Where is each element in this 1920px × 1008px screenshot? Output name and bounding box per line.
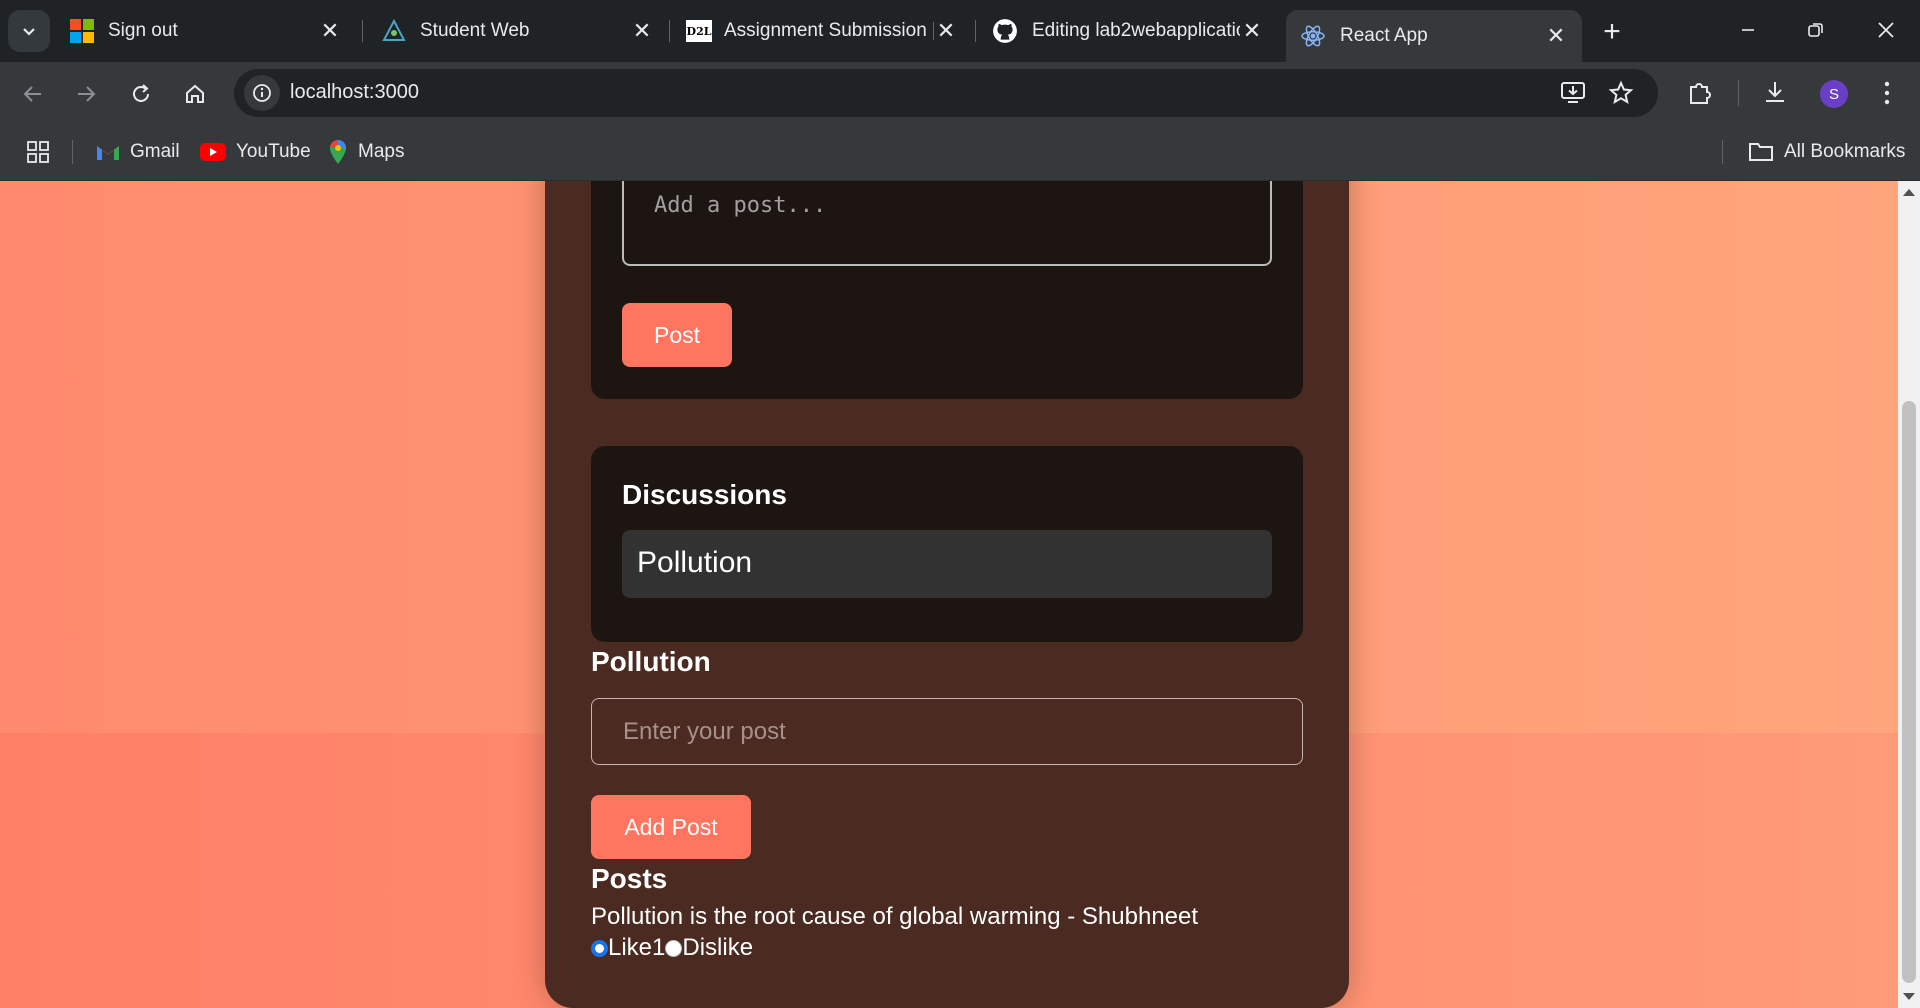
post-input[interactable]: Enter your post	[591, 698, 1303, 765]
bookmark-label: Gmail	[130, 141, 180, 162]
bookmark-divider	[1722, 140, 1723, 164]
scroll-up-icon[interactable]	[1903, 189, 1915, 196]
post-text: Pollution is the root cause of global wa…	[591, 903, 1199, 930]
bookmark-label: YouTube	[236, 141, 311, 162]
bookmark-star-button[interactable]	[1608, 80, 1634, 111]
tab-react-app[interactable]: React App ✕	[1286, 10, 1582, 62]
new-tab-button[interactable]: +	[1594, 14, 1630, 50]
student-web-icon	[382, 19, 406, 41]
profile-avatar[interactable]: S	[1820, 80, 1848, 108]
tab-strip: Sign out ✕ Student Web ✕ D2L Assignment …	[0, 0, 1920, 62]
bookmark-label: All Bookmarks	[1784, 141, 1906, 162]
star-icon	[1608, 80, 1634, 105]
scrollbar-thumb[interactable]	[1902, 401, 1916, 983]
arrow-left-icon	[23, 86, 41, 102]
close-icon[interactable]: ✕	[1544, 23, 1568, 48]
bookmark-gmail[interactable]: Gmail	[96, 138, 180, 166]
posts-heading: Posts	[591, 863, 668, 894]
minimize-icon	[1742, 29, 1754, 31]
github-icon	[993, 19, 1017, 43]
downloads-button[interactable]	[1762, 79, 1788, 110]
site-info-button[interactable]	[244, 75, 280, 111]
topic-heading: Pollution	[591, 646, 711, 677]
bookmark-label: Maps	[358, 141, 405, 162]
like-radio[interactable]	[591, 939, 608, 957]
install-app-button[interactable]	[1560, 81, 1586, 110]
reload-icon	[133, 84, 149, 102]
home-button[interactable]	[178, 77, 212, 111]
dislike-radio[interactable]	[665, 939, 683, 957]
restore-button[interactable]	[1786, 8, 1846, 52]
maps-icon	[330, 140, 346, 164]
post-textarea[interactable]: Add a post...	[622, 181, 1272, 266]
dislike-label: Dislike	[682, 934, 754, 961]
tab-title: Student Web	[420, 20, 530, 41]
close-icon[interactable]: ✕	[934, 18, 958, 43]
tab-student-web[interactable]: Student Web ✕	[368, 10, 668, 52]
info-icon	[253, 84, 271, 102]
scroll-down-icon[interactable]	[1903, 993, 1915, 1000]
tab-github-editing[interactable]: Editing lab2webapplicatio ✕	[978, 10, 1278, 52]
apps-button[interactable]	[26, 138, 50, 166]
tab-title: Assignment Submission |	[724, 20, 934, 41]
tab-title: React App	[1340, 25, 1428, 46]
tab-separator	[975, 20, 976, 42]
bookmark-divider	[72, 140, 73, 164]
page-scrollbar[interactable]	[1898, 181, 1920, 1008]
extensions-button[interactable]	[1686, 79, 1714, 112]
reload-button[interactable]	[124, 77, 158, 111]
home-icon	[186, 84, 204, 103]
address-bar[interactable]: localhost:3000	[234, 69, 1658, 117]
post-vote-row: Like 1 Dislike	[591, 934, 753, 962]
download-icon	[1766, 82, 1784, 102]
add-post-button[interactable]: Add Post	[591, 795, 751, 859]
d2l-icon: D2L	[686, 20, 712, 42]
discussions-heading: Discussions	[622, 479, 787, 510]
page-viewport: Add a post... Post Discussions Pollution…	[0, 181, 1898, 1008]
like-count: 1	[652, 934, 666, 961]
bookmark-maps[interactable]: Maps	[328, 138, 404, 166]
restore-icon	[1808, 23, 1823, 37]
close-window-button[interactable]	[1856, 8, 1916, 52]
browser-toolbar: localhost:3000 S	[0, 62, 1920, 124]
chevron-down-icon	[23, 28, 35, 36]
tab-assignment-submission[interactable]: D2L Assignment Submission | ✕	[672, 10, 972, 52]
bookmarks-bar: Gmail YouTube Maps All Bookmarks	[0, 124, 1920, 181]
close-icon	[1878, 22, 1894, 38]
minimize-button[interactable]	[1718, 8, 1778, 52]
bookmark-youtube[interactable]: YouTube	[200, 138, 311, 166]
react-icon	[1301, 25, 1325, 47]
tab-title: Editing lab2webapplicatio	[1032, 20, 1240, 41]
tab-separator	[669, 20, 670, 42]
forward-button[interactable]	[69, 77, 103, 111]
tab-title: Sign out	[108, 20, 178, 41]
kebab-menu-icon	[1884, 81, 1890, 105]
puzzle-icon	[1690, 83, 1711, 104]
plus-icon: +	[1603, 15, 1621, 48]
tab-separator	[362, 20, 363, 42]
tab-sign-out[interactable]: Sign out ✕	[56, 10, 356, 52]
browser-menu-button[interactable]	[1880, 80, 1894, 111]
arrow-right-icon	[78, 86, 96, 102]
back-button[interactable]	[16, 77, 50, 111]
folder-icon	[1749, 143, 1773, 161]
microsoft-icon	[70, 19, 94, 43]
close-icon[interactable]: ✕	[630, 18, 654, 43]
close-icon[interactable]: ✕	[1240, 18, 1264, 43]
youtube-icon	[200, 143, 226, 161]
url-text: localhost:3000	[290, 81, 419, 103]
close-icon[interactable]: ✕	[318, 18, 342, 43]
apps-grid-icon	[27, 141, 49, 163]
like-label: Like	[608, 934, 653, 961]
all-bookmarks-button[interactable]: All Bookmarks	[1748, 138, 1905, 166]
toolbar-divider	[1738, 80, 1739, 106]
post-button[interactable]: Post	[622, 303, 732, 367]
discussion-item-pollution[interactable]: Pollution	[622, 530, 1272, 598]
tab-search-button[interactable]	[8, 10, 50, 52]
install-icon	[1561, 82, 1585, 103]
gmail-icon	[97, 146, 119, 160]
